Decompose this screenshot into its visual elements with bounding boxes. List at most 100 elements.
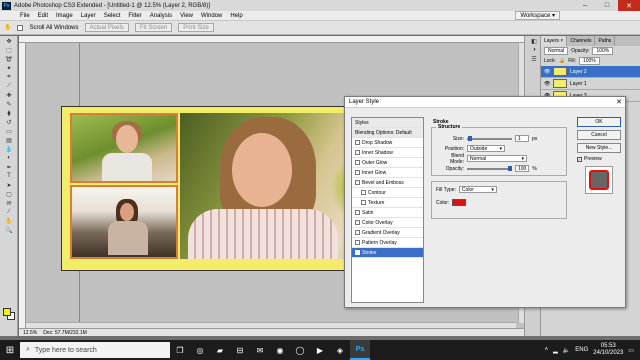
preview-checkbox[interactable]: ✓ xyxy=(577,156,582,162)
store-icon[interactable]: ⊟ xyxy=(230,340,250,360)
magic-wand-tool-icon[interactable]: ✦ xyxy=(3,64,15,72)
navigator-panel-icon[interactable]: ◧ xyxy=(528,37,540,45)
eye-icon[interactable]: 👁 xyxy=(544,69,550,75)
minimize-button[interactable]: – xyxy=(574,0,596,11)
styles-header[interactable]: Styles xyxy=(352,118,423,128)
tab-paths[interactable]: Paths xyxy=(595,36,616,46)
opera-icon[interactable]: ◯ xyxy=(290,340,310,360)
layer-opacity-input[interactable]: 100% xyxy=(592,47,614,55)
tab-layers[interactable]: Layers × xyxy=(541,36,568,46)
file-explorer-icon[interactable]: ▰ xyxy=(210,340,230,360)
marquee-tool-icon[interactable]: ⬚ xyxy=(3,46,15,54)
history-panel-icon[interactable]: ☰ xyxy=(528,55,540,63)
healing-tool-icon[interactable]: ✚ xyxy=(3,91,15,99)
notes-tool-icon[interactable]: ✉ xyxy=(3,199,15,207)
media-app-icon[interactable]: ◈ xyxy=(330,340,350,360)
style-item-color-overlay[interactable]: Color Overlay xyxy=(352,218,423,228)
style-item-inner-shadow[interactable]: Inner Shadow xyxy=(352,148,423,158)
style-checkbox[interactable] xyxy=(361,200,366,205)
crop-tool-icon[interactable]: ⌗ xyxy=(3,73,15,81)
clock[interactable]: 05:53 24/10/2023 xyxy=(593,343,623,357)
zoom-tool-icon[interactable]: 🔍 xyxy=(3,226,15,234)
foreground-color-swatch[interactable] xyxy=(3,308,11,316)
move-tool-icon[interactable]: ✥ xyxy=(3,37,15,45)
photoshop-taskbar-icon[interactable]: Ps xyxy=(350,340,370,360)
taskbar-search-box[interactable]: ⌕ Type here to search xyxy=(20,342,170,358)
chevron-up-icon[interactable]: ˄ xyxy=(545,347,549,353)
style-item-drop-shadow[interactable]: Drop Shadow xyxy=(352,138,423,148)
eyedropper-tool-icon[interactable]: ⁄ xyxy=(3,208,15,216)
style-item-bevel-and-emboss[interactable]: Bevel and Emboss xyxy=(352,178,423,188)
youtube-icon[interactable]: ▶ xyxy=(310,340,330,360)
blend-mode-select[interactable]: Normal ▾ xyxy=(467,155,527,162)
style-item-satin[interactable]: Satin xyxy=(352,208,423,218)
type-tool-icon[interactable]: T xyxy=(3,172,15,180)
layer-blend-mode-select[interactable]: Normal xyxy=(544,47,569,55)
style-checkbox[interactable] xyxy=(355,230,360,235)
windows-start-icon[interactable]: ⊞ xyxy=(0,340,20,360)
style-checkbox[interactable] xyxy=(361,190,366,195)
menu-help[interactable]: Help xyxy=(230,13,242,19)
blur-tool-icon[interactable]: 💧 xyxy=(3,145,15,153)
hand-tool-button-icon[interactable]: ✋ xyxy=(3,217,15,225)
dialog-close-icon[interactable]: ✕ xyxy=(613,98,625,106)
fill-type-select[interactable]: Color ▾ xyxy=(458,186,497,193)
lasso-tool-icon[interactable]: ➰ xyxy=(3,55,15,63)
size-input[interactable]: 1 xyxy=(515,135,529,142)
style-checkbox[interactable] xyxy=(355,150,360,155)
cancel-button[interactable]: Cancel xyxy=(577,130,621,140)
brush-tool-icon[interactable]: ✎ xyxy=(3,100,15,108)
menu-analysis[interactable]: Analysis xyxy=(150,13,172,19)
fit-screen-button[interactable]: Fit Screen xyxy=(134,23,173,32)
style-item-texture[interactable]: Texture xyxy=(352,198,423,208)
layer-row-layer-1[interactable]: 👁 Layer 1 xyxy=(541,78,640,90)
menu-file[interactable]: File xyxy=(20,13,30,19)
size-slider-knob[interactable] xyxy=(467,135,472,141)
eye-icon[interactable]: 👁 xyxy=(544,81,550,87)
lock-icon[interactable]: 🔒 xyxy=(559,58,565,64)
task-view-icon[interactable]: ❐ xyxy=(170,340,190,360)
opacity-slider[interactable] xyxy=(467,165,512,171)
history-brush-tool-icon[interactable]: ↺ xyxy=(3,118,15,126)
network-icon[interactable]: ▂ xyxy=(553,347,558,354)
style-checkbox[interactable] xyxy=(355,140,360,145)
volume-icon[interactable]: 🔈 xyxy=(563,347,570,354)
opacity-input[interactable]: 100 xyxy=(515,165,530,172)
style-item-contour[interactable]: Contour xyxy=(352,188,423,198)
close-button[interactable]: ✕ xyxy=(618,0,640,11)
ok-button[interactable]: OK xyxy=(577,117,621,127)
new-style-button[interactable]: New Style... xyxy=(577,143,621,153)
maximize-button[interactable]: □ xyxy=(596,0,618,11)
stroke-color-swatch[interactable] xyxy=(452,199,467,206)
opacity-slider-knob[interactable] xyxy=(508,165,512,171)
actual-pixels-button[interactable]: Actual Pixels xyxy=(84,23,129,32)
tab-channels[interactable]: Channels xyxy=(567,36,596,46)
menu-edit[interactable]: Edit xyxy=(38,13,48,19)
doc-size[interactable]: Doc: 57.7M/232.1M xyxy=(43,330,87,336)
workspace-dropdown[interactable]: Workspace ▾ xyxy=(515,11,560,20)
pen-tool-icon[interactable]: ✒ xyxy=(3,163,15,171)
notification-icon[interactable]: ▭ xyxy=(628,347,634,354)
edge-browser-icon[interactable]: ◎ xyxy=(190,340,210,360)
style-checkbox[interactable] xyxy=(355,220,360,225)
style-checkbox[interactable] xyxy=(355,170,360,175)
menu-filter[interactable]: Filter xyxy=(128,13,141,19)
menu-image[interactable]: Image xyxy=(56,13,73,19)
zoom-level[interactable]: 12.5% xyxy=(23,330,37,336)
chrome-icon[interactable]: ◉ xyxy=(270,340,290,360)
path-selection-tool-icon[interactable]: ➤ xyxy=(3,181,15,189)
style-checkbox[interactable] xyxy=(355,160,360,165)
style-item-outer-glow[interactable]: Outer Glow xyxy=(352,158,423,168)
position-select[interactable]: Outside ▾ xyxy=(467,145,505,152)
print-size-button[interactable]: Print Size xyxy=(178,23,214,32)
scroll-all-checkbox[interactable] xyxy=(17,24,24,31)
style-checkbox[interactable] xyxy=(355,250,360,255)
dodge-tool-icon[interactable]: ◐ xyxy=(3,154,15,162)
color-panel-icon[interactable]: ◑ xyxy=(528,46,540,54)
style-checkbox[interactable] xyxy=(355,210,360,215)
style-checkbox[interactable] xyxy=(355,240,360,245)
style-checkbox[interactable] xyxy=(355,180,360,185)
language-indicator[interactable]: ENG xyxy=(575,347,588,353)
menu-select[interactable]: Select xyxy=(104,13,121,19)
size-slider[interactable] xyxy=(467,135,512,141)
